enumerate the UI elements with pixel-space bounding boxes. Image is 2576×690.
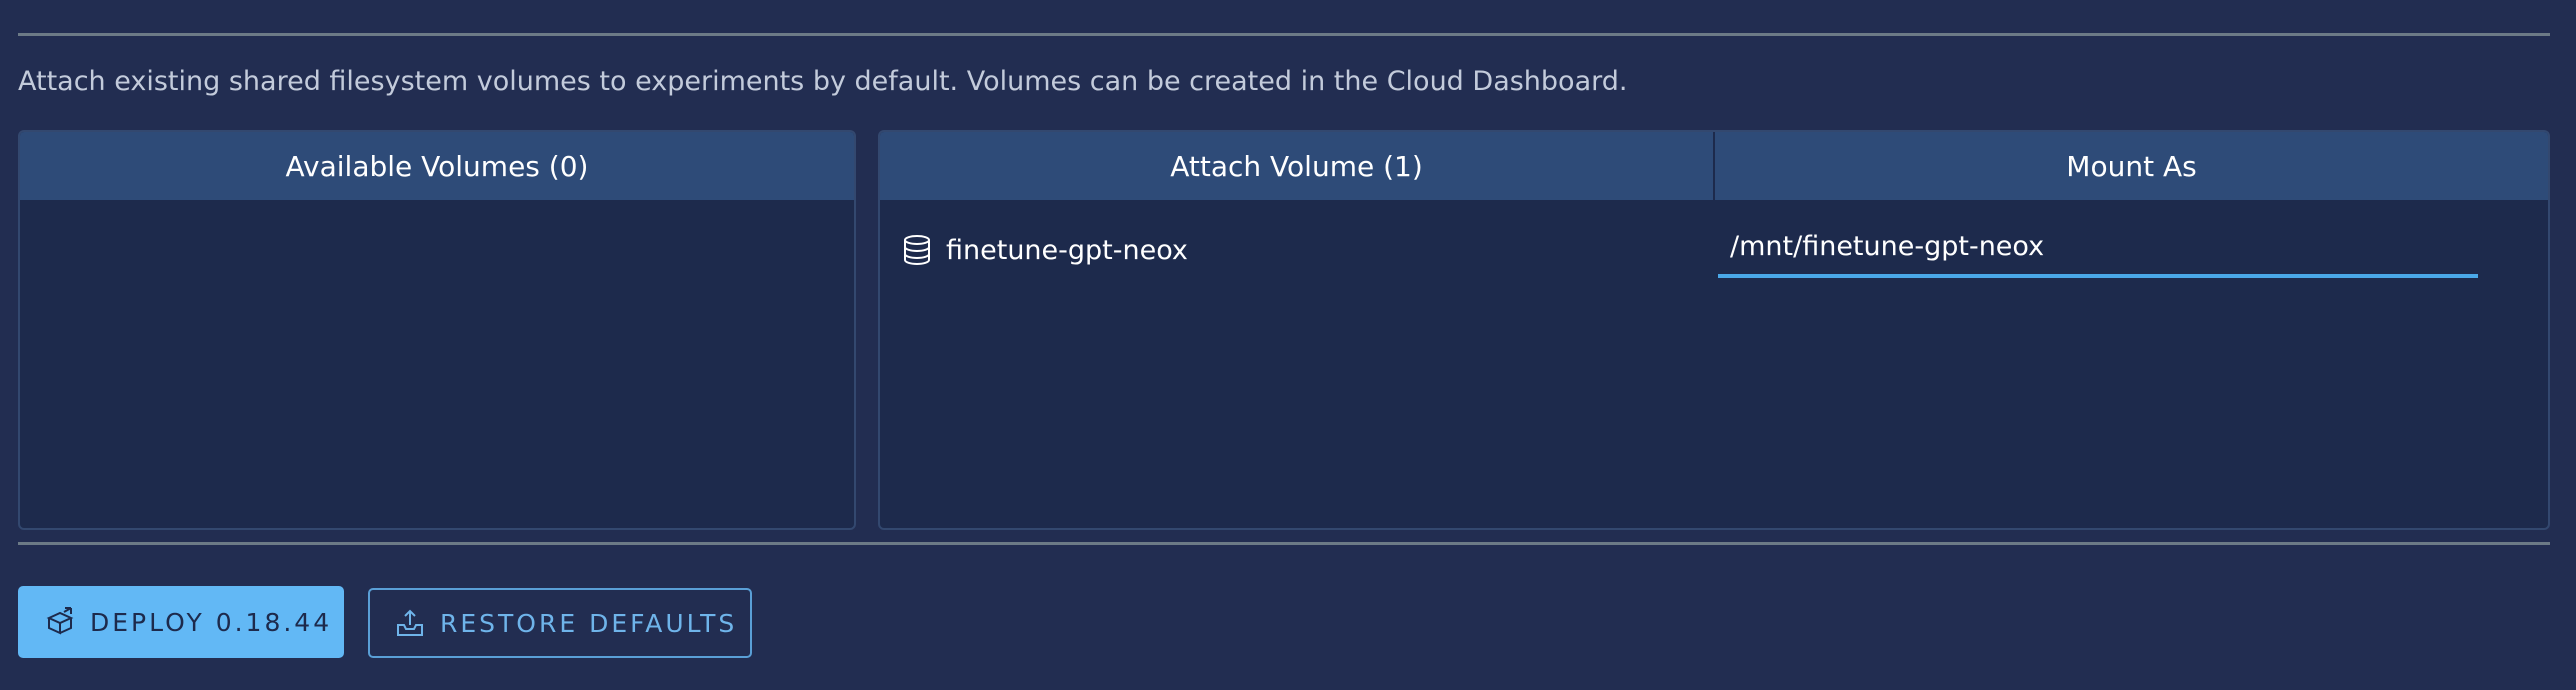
restore-defaults-button[interactable]: RESTORE DEFAULTS (368, 588, 752, 658)
available-volumes-title: Available Volumes (0) (285, 149, 589, 183)
attached-volume-name-cell[interactable]: finetune-gpt-neox (902, 218, 1188, 282)
available-volumes-header: Available Volumes (0) (20, 132, 854, 200)
shared-volumes-settings: Attach existing shared filesystem volume… (0, 0, 2576, 690)
deploy-label: DEPLOY 0.18.44 (90, 607, 333, 637)
restore-defaults-label: RESTORE DEFAULTS (440, 608, 738, 638)
attached-volume-name: finetune-gpt-neox (946, 234, 1188, 266)
mount-path-input[interactable] (1718, 218, 2478, 278)
attach-volumes-header: Attach Volume (1) Mount As (880, 132, 2548, 200)
available-volumes-panel: Available Volumes (0) (18, 130, 856, 530)
rocket-icon (44, 606, 76, 638)
database-icon (902, 234, 932, 266)
attached-volume-row[interactable]: finetune-gpt-neox (880, 218, 2548, 282)
top-divider (18, 33, 2550, 36)
mount-as-column-header: Mount As (1713, 132, 2548, 200)
attach-volume-column-header: Attach Volume (1) (1170, 149, 1423, 183)
upload-tray-icon (394, 607, 426, 639)
attach-volumes-panel: Attach Volume (1) Mount As finetune-gpt-… (878, 130, 2550, 530)
actions-divider (18, 542, 2550, 545)
volumes-description: Attach existing shared filesystem volume… (18, 66, 1628, 97)
deploy-button[interactable]: DEPLOY 0.18.44 (18, 586, 344, 658)
